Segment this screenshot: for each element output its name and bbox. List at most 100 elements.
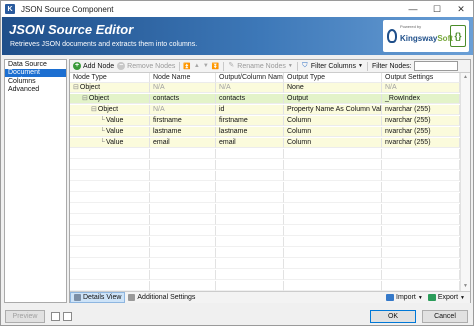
nav-item[interactable]: Advanced [5,86,66,94]
remove-nodes-button[interactable]: − Remove Nodes [117,62,175,70]
filter-columns-button[interactable]: ⛉ Filter Columns ▼ [301,62,363,70]
empty-cell [150,259,216,269]
add-node-button[interactable]: + Add Node [73,62,114,70]
grid-cell: N/A [150,83,216,93]
scroll-up-icon[interactable]: ▲ [461,73,470,82]
designer-toolbar: + Add Node − Remove Nodes ⏫ ▲ ▼ ⏬ ✎ Rename … [70,60,470,73]
column-header[interactable]: Node Name [150,73,216,83]
empty-cell [284,171,382,181]
grid-row[interactable]: ⊟Object N/A id Property Name As Column Valu… [70,105,460,115]
empty-grid-row [70,149,460,159]
nav-item[interactable]: Data Source [5,61,66,69]
grid-row[interactable]: ⊟Object contacts contacts Output _RowIndex [70,94,460,104]
grid-row[interactable]: └Value firstname firstname Column nvarchar (… [70,116,460,126]
grid-cell: N/A [382,83,460,93]
page-navigation: Data Source Document Designer Columns Advan… [4,59,67,303]
empty-cell [382,160,460,170]
empty-cell [150,182,216,192]
empty-cell [284,160,382,170]
component-info-icon[interactable] [63,312,72,321]
empty-cell [216,259,284,269]
close-icon[interactable]: ✕ [449,1,473,17]
tab-additional-settings[interactable]: Additional Settings [125,292,198,303]
cancel-button[interactable]: Cancel [422,310,468,323]
kingswaysoft-logo: Powered by KingswaySoft {} [383,20,469,52]
empty-cell [70,160,150,170]
grid-cell: Property Name As Column Value [284,105,382,115]
empty-cell [70,259,150,269]
empty-cell [382,270,460,280]
empty-cell [150,270,216,280]
empty-cell [216,281,284,291]
empty-cell [150,193,216,203]
empty-cell [150,281,216,291]
vertical-scrollbar[interactable]: ▲ ▼ [460,73,470,291]
rename-nodes-button[interactable]: ✎ Rename Nodes ▼ [227,62,293,70]
nav-item[interactable]: Columns [5,78,66,86]
preview-button[interactable]: Preview [5,310,45,323]
move-bottom-icon[interactable]: ⏬ [212,63,219,70]
column-header[interactable]: Output Type [284,73,382,83]
tree-line-icon: └ [100,128,105,135]
node-type-cell: ⊟Object [70,83,150,93]
grid-row[interactable]: └Value email email Column nvarchar (255) [70,138,460,148]
grid-cell: nvarchar (255) [382,105,460,115]
move-up-icon[interactable]: ▲ [194,63,200,69]
empty-grid-row [70,248,460,258]
empty-cell [284,182,382,192]
empty-cell [382,171,460,181]
node-grid: Node Type Node Name Output/Column Name Outp… [70,73,460,291]
empty-cell [216,270,284,280]
empty-cell [284,237,382,247]
empty-cell [216,171,284,181]
details-view-icon [74,294,81,301]
collapse-toggle-icon[interactable]: ⊟ [82,95,88,102]
scroll-down-icon[interactable]: ▼ [461,282,470,291]
empty-cell [216,248,284,258]
nav-item[interactable]: Document Designer [5,69,66,84]
move-down-icon[interactable]: ▼ [203,63,209,69]
filter-nodes-input[interactable] [413,61,458,71]
app-icon: K [5,4,15,14]
collapse-toggle-icon[interactable]: ⊟ [91,106,97,113]
node-type-cell: └Value [70,127,150,137]
column-header[interactable]: Node Type [70,73,150,83]
window-title: JSON Source Component [21,4,114,14]
empty-grid-row [70,204,460,214]
editor-window: K JSON Source Component — ☐ ✕ JSON Sourc… [0,0,474,326]
grid-cell: Column [284,127,382,137]
import-button[interactable]: Import ▼ [386,294,423,301]
json-badge-icon: {} [450,25,466,47]
empty-cell [284,270,382,280]
empty-cell [70,215,150,225]
empty-cell [216,237,284,247]
tab-details-view[interactable]: Details View [70,292,126,303]
rename-icon: ✎ [228,62,235,69]
minimize-icon[interactable]: — [401,1,425,17]
column-header[interactable]: Output Settings [382,73,460,83]
column-header[interactable]: Output/Column Name [216,73,284,83]
collapse-toggle-icon[interactable]: ⊟ [73,84,79,91]
export-button[interactable]: Export ▼ [427,294,465,301]
maximize-icon[interactable]: ☐ [425,1,449,17]
grid-cell: _RowIndex [382,94,460,104]
empty-cell [70,248,150,258]
empty-cell [284,204,382,214]
help-icon[interactable] [51,312,60,321]
grid-cell: nvarchar (255) [382,138,460,148]
ok-button[interactable]: OK [370,310,416,323]
dialog-footer: Preview OK Cancel [1,305,473,325]
move-top-icon[interactable]: ⏫ [183,63,190,70]
empty-grid-row [70,226,460,236]
grid-row[interactable]: ⊟Object N/A N/A None N/A [70,83,460,93]
empty-grid-row [70,215,460,225]
node-type-cell: └Value [70,138,150,148]
empty-cell [284,259,382,269]
empty-cell [150,237,216,247]
empty-cell [216,193,284,203]
grid-cell: email [216,138,284,148]
grid-row[interactable]: └Value lastname lastname Column nvarchar (25… [70,127,460,137]
empty-cell [382,182,460,192]
empty-grid-row [70,160,460,170]
logo-mark-icon [387,29,397,43]
